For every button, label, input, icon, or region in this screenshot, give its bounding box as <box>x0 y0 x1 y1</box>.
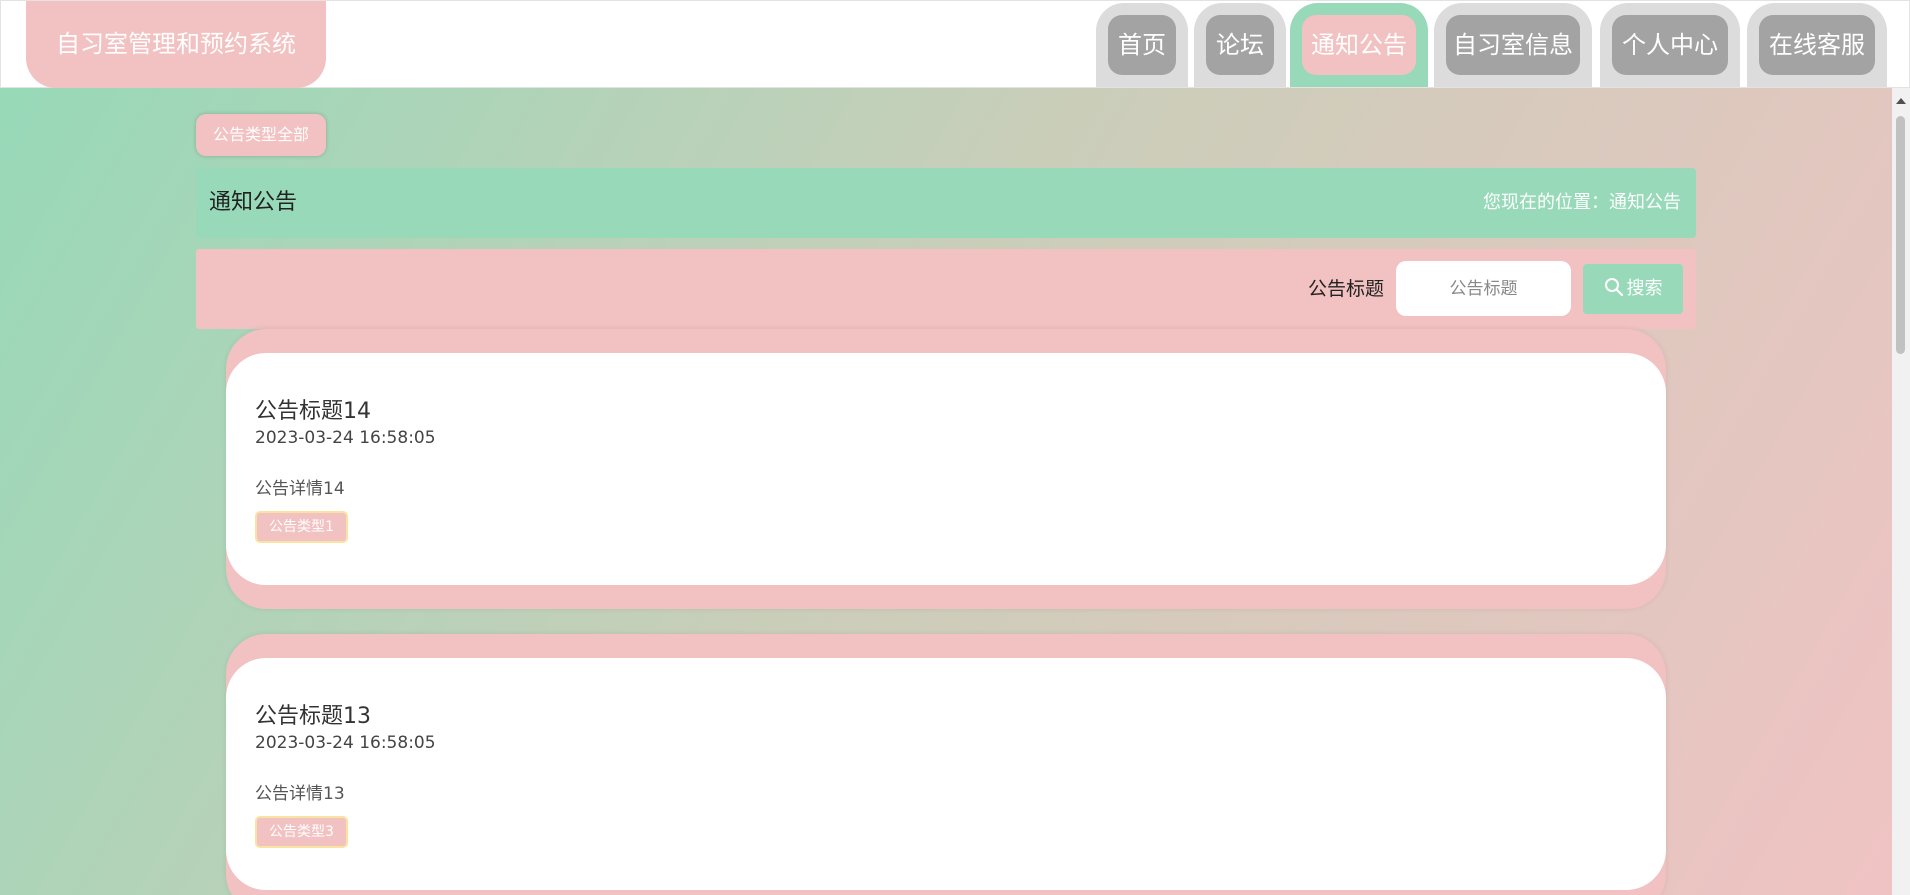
search-button-label: 搜索 <box>1626 278 1663 299</box>
search-label: 公告标题 <box>1307 278 1384 300</box>
notice-card: 公告标题14 2023-03-24 16:58:05 公告详情14 公告类型1 <box>226 329 1666 609</box>
notice-type-badge: 公告类型3 <box>255 816 348 848</box>
notice-type-all-button[interactable]: 公告类型全部 <box>196 114 326 156</box>
search-input[interactable] <box>1396 261 1571 316</box>
scroll-up-arrow-icon[interactable] <box>1896 98 1906 104</box>
notice-time: 2023-03-24 16:58:05 <box>255 428 436 448</box>
notice-title[interactable]: 公告标题14 <box>255 393 371 425</box>
site-brand[interactable]: 自习室管理和预约系统 <box>26 1 326 88</box>
notice-detail: 公告详情13 <box>255 784 345 804</box>
nav-tab-home[interactable]: 首页 <box>1096 3 1188 87</box>
nav-tab-study-room-info[interactable]: 自习室信息 <box>1434 3 1592 87</box>
notice-card: 公告标题13 2023-03-24 16:58:05 公告详情13 公告类型3 <box>226 634 1666 895</box>
notice-card-body[interactable]: 公告标题14 2023-03-24 16:58:05 公告详情14 公告类型1 <box>226 353 1666 585</box>
page-scrollbar[interactable] <box>1892 88 1910 895</box>
breadcrumb: 您现在的位置：通知公告 <box>1483 192 1681 213</box>
notice-title[interactable]: 公告标题13 <box>255 698 371 730</box>
notice-time: 2023-03-24 16:58:05 <box>255 733 436 753</box>
notice-card-body[interactable]: 公告标题13 2023-03-24 16:58:05 公告详情13 公告类型3 <box>226 658 1666 890</box>
nav-tab-online-service[interactable]: 在线客服 <box>1747 3 1887 87</box>
nav-tab-forum[interactable]: 论坛 <box>1194 3 1286 87</box>
scrollbar-thumb[interactable] <box>1896 116 1905 354</box>
search-bar: 公告标题 搜索 <box>196 249 1696 329</box>
nav-tab-label: 首页 <box>1108 15 1176 75</box>
nav-tab-label: 论坛 <box>1206 15 1274 75</box>
notice-detail: 公告详情14 <box>255 479 345 499</box>
nav-tab-label: 个人中心 <box>1612 15 1728 75</box>
nav-tab-label: 通知公告 <box>1302 15 1416 75</box>
notice-type-badge: 公告类型1 <box>255 511 348 543</box>
nav-tab-label: 自习室信息 <box>1446 15 1580 75</box>
nav-tab-label: 在线客服 <box>1759 15 1875 75</box>
search-button[interactable]: 搜索 <box>1583 264 1683 314</box>
page: 自习室管理和预约系统 首页 论坛 通知公告 自习室信息 个人中心 在线客服 公告… <box>0 0 1910 895</box>
main-content: 公告类型全部 通知公告 您现在的位置：通知公告 公告标题 搜索 公告标题14 2… <box>0 88 1892 895</box>
top-header: 自习室管理和预约系统 首页 论坛 通知公告 自习室信息 个人中心 在线客服 <box>0 0 1910 88</box>
nav-tab-notices[interactable]: 通知公告 <box>1290 3 1428 87</box>
section-title-bar: 通知公告 您现在的位置：通知公告 <box>196 168 1696 238</box>
page-title: 通知公告 <box>209 190 298 215</box>
search-icon <box>1604 278 1623 297</box>
nav-tab-personal-center[interactable]: 个人中心 <box>1600 3 1740 87</box>
